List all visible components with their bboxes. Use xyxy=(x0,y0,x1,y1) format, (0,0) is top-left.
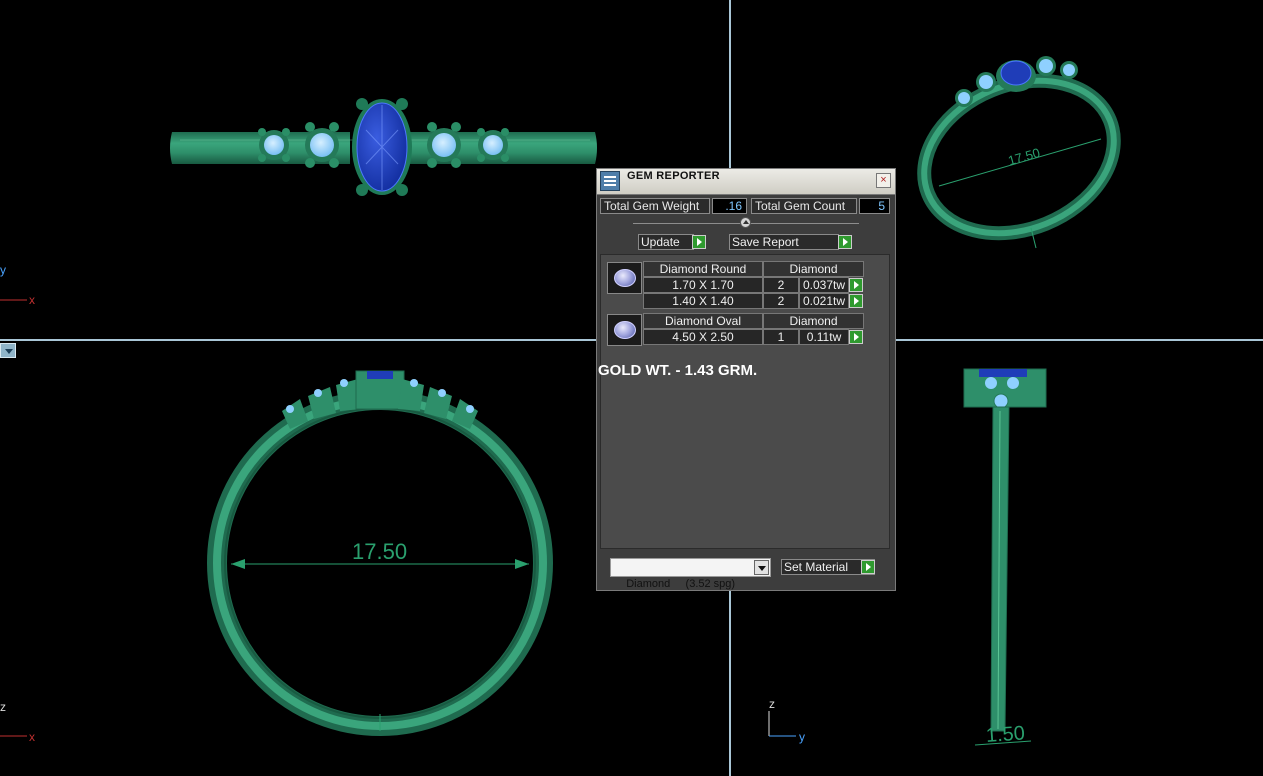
save-report-go-icon[interactable] xyxy=(838,235,852,249)
dimension-label: 1.50 xyxy=(985,722,1025,747)
save-report-button[interactable]: Save Report xyxy=(729,234,839,250)
gem-weight: 0.037tw xyxy=(799,277,849,293)
gem-qty: 2 xyxy=(763,277,799,293)
round-gem-thumbnail-icon[interactable] xyxy=(607,262,642,294)
axis-indicator: x y xyxy=(0,263,35,307)
set-material-go-icon[interactable] xyxy=(861,560,875,574)
axis-z-label: z xyxy=(769,697,775,711)
axis-x-label: x xyxy=(29,730,35,744)
gold-weight-note: GOLD WT. - 1.43 GRM. xyxy=(598,362,758,379)
gem-size: 4.50 X 2.50 xyxy=(643,329,763,345)
panel-title: GEM REPORTER xyxy=(627,170,720,182)
axis-z-label: z xyxy=(0,700,6,714)
material-select-value: Diamond (3.52 spg) xyxy=(626,578,736,590)
close-button[interactable]: × xyxy=(876,173,891,188)
gem-weight: 0.021tw xyxy=(799,293,849,309)
gem-row-go-icon[interactable] xyxy=(849,294,863,308)
gem-group-material: Diamond xyxy=(763,261,864,277)
panel-titlebar[interactable]: GEM REPORTER × xyxy=(597,169,895,195)
material-select[interactable]: Diamond (3.52 spg) xyxy=(610,558,771,590)
viewport-menu-dropdown-icon[interactable] xyxy=(0,343,16,358)
axis-indicator: x z xyxy=(0,700,35,744)
gem-size: 1.40 X 1.40 xyxy=(643,293,763,309)
total-gem-count-value: 5 xyxy=(859,198,890,214)
gem-list[interactable]: Diamond Round Diamond 1.70 X 1.70 2 0.03… xyxy=(600,254,890,549)
axis-y-label: y xyxy=(799,730,805,744)
gem-weight: 0.11tw xyxy=(799,329,849,345)
gem-reporter-panel: GEM REPORTER × Total Gem Weight .16 Tota… xyxy=(596,168,896,591)
gem-group-name: Diamond Oval xyxy=(643,313,763,329)
gem-qty: 1 xyxy=(763,329,799,345)
axis-indicator: z y xyxy=(768,697,805,744)
collapse-toggle-icon[interactable] xyxy=(740,217,751,228)
total-gem-weight-value: .16 xyxy=(712,198,747,214)
gem-row-go-icon[interactable] xyxy=(849,330,863,344)
update-go-icon[interactable] xyxy=(692,235,706,249)
gem-row-go-icon[interactable] xyxy=(849,278,863,292)
gem-size: 1.70 X 1.70 xyxy=(643,277,763,293)
axis-y-label: y xyxy=(0,263,6,277)
update-button[interactable]: Update xyxy=(638,234,694,250)
dimension-label: 17.50 xyxy=(1006,145,1041,168)
gem-group-name: Diamond Round xyxy=(643,261,763,277)
chevron-down-icon[interactable] xyxy=(754,560,769,575)
total-gem-count-label: Total Gem Count xyxy=(751,198,857,214)
axis-x-label: x xyxy=(29,293,35,307)
gem-reporter-icon xyxy=(600,171,620,191)
oval-gem-thumbnail-icon[interactable] xyxy=(607,314,642,346)
gem-qty: 2 xyxy=(763,293,799,309)
dimension-label: 17.50 xyxy=(352,539,407,564)
gem-group-material: Diamond xyxy=(763,313,864,329)
total-gem-weight-label: Total Gem Weight xyxy=(600,198,710,214)
